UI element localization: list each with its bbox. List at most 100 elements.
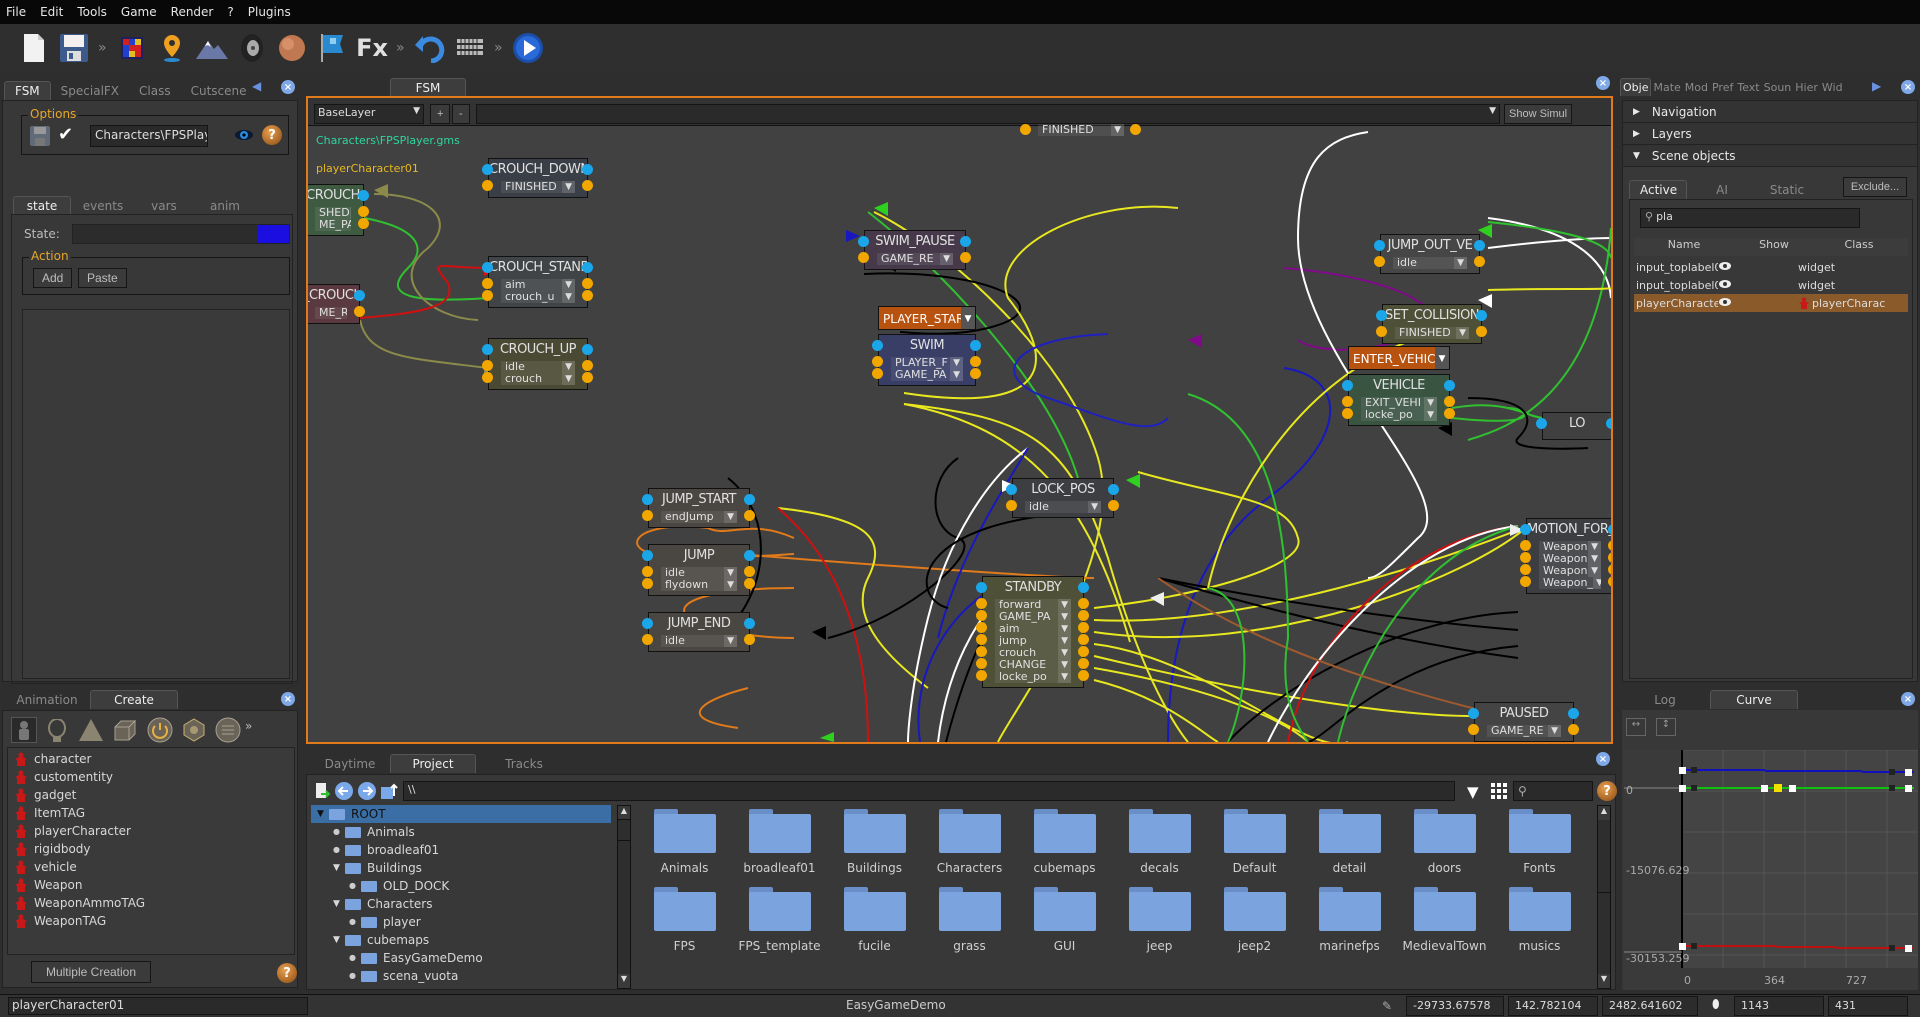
exclude-button[interactable]: Exclude... <box>1843 177 1907 197</box>
output-port[interactable] <box>642 634 653 645</box>
scroll-thumb[interactable] <box>1598 821 1610 893</box>
tab-ai[interactable]: AI <box>1687 181 1757 199</box>
fsm-node-lock-pos[interactable]: LOCK_POS idle ▼ <box>1012 478 1114 518</box>
filter-icon[interactable]: ▼ <box>1467 783 1479 801</box>
output-port[interactable] <box>1520 552 1531 563</box>
expanded-arrow-icon[interactable]: ▼ <box>333 931 345 949</box>
chevron-down-icon[interactable]: ▼ <box>1058 647 1071 659</box>
chevron-down-icon[interactable]: ▼ <box>1058 611 1071 623</box>
scroll-up-icon[interactable]: ▲ <box>618 806 630 820</box>
visibility-eye-icon[interactable] <box>1718 261 1798 274</box>
chevron-down-icon[interactable]: ▼ <box>724 635 737 647</box>
output-port[interactable] <box>976 646 987 657</box>
tree-item[interactable]: ● Animals <box>311 823 629 841</box>
output-port[interactable] <box>1376 326 1387 337</box>
tree-item[interactable]: ● broadleaf01 <box>311 841 629 859</box>
box-icon[interactable] <box>113 719 137 744</box>
input-port[interactable] <box>582 262 593 273</box>
node-event-row[interactable]: PLAYER_F ▼ <box>891 357 963 369</box>
curve-keyframe[interactable] <box>1789 785 1796 792</box>
scene-object-row[interactable]: input_toplabel0 widget <box>1634 258 1908 276</box>
node-event-row[interactable]: crouch ▼ <box>995 647 1071 659</box>
output-port[interactable] <box>976 670 987 681</box>
curve-keyframe[interactable] <box>1905 785 1912 792</box>
fsm-node-crouch-up[interactable]: CROUCH_UP idle ▼ crouch ▼ <box>488 338 588 390</box>
output-port[interactable] <box>358 218 369 229</box>
chevron-down-icon[interactable]: ▼ <box>724 567 737 579</box>
fsm-node-standby[interactable]: STANDBY forward ▼ GAME_PA ▼ aim ▼ jump ▼ crouch ▼ C… <box>982 576 1084 688</box>
input-port[interactable] <box>744 494 755 505</box>
fsm-node-swim[interactable]: SWIM PLAYER_F ▼ GAME_PA ▼ <box>878 334 976 386</box>
sphere-icon[interactable] <box>276 32 308 64</box>
tab-cutscene[interactable]: Cutscene <box>181 82 257 100</box>
node-event-row[interactable]: FINISHED ▼ <box>1038 124 1124 136</box>
tab-static[interactable]: Static <box>1757 181 1817 199</box>
node-event-row[interactable]: idle ▼ <box>1393 257 1467 269</box>
output-port[interactable] <box>306 206 307 217</box>
chevron-down-icon[interactable]: ▼ <box>1088 501 1101 513</box>
chevron-down-icon[interactable]: ▼ <box>950 357 963 369</box>
section-navigation[interactable]: ▶ Navigation <box>1623 101 1917 123</box>
output-port[interactable] <box>744 578 755 589</box>
curve-keyframe[interactable] <box>1679 943 1686 950</box>
output-port[interactable] <box>642 510 653 521</box>
network-icon[interactable] <box>181 717 207 746</box>
output-port[interactable] <box>960 252 971 263</box>
menu-plugins[interactable]: Plugins <box>248 5 291 19</box>
close-icon[interactable]: × <box>281 80 295 94</box>
node-event-row[interactable]: jump ▼ <box>995 635 1071 647</box>
fsm-node-jump-start[interactable]: JUMP_START endJump ▼ <box>648 488 750 528</box>
output-port[interactable] <box>1608 552 1611 563</box>
node-event-row[interactable]: idle ▼ <box>661 567 737 579</box>
fsm-node-crouch-down[interactable]: CROUCH_DOWN FINISHED ▼ <box>488 158 588 198</box>
output-port[interactable] <box>582 278 593 289</box>
chevron-down-icon[interactable]: ▼ <box>1058 623 1071 635</box>
create-item[interactable]: customentity <box>8 768 294 786</box>
tab-log[interactable]: Log <box>1620 691 1710 709</box>
output-port[interactable] <box>1108 500 1119 511</box>
output-port[interactable] <box>582 372 593 383</box>
subtab-state[interactable]: state <box>13 196 71 215</box>
output-port[interactable] <box>970 356 981 367</box>
create-more[interactable]: » <box>245 719 252 733</box>
scroll-down-icon[interactable]: ▼ <box>618 974 630 988</box>
node-event-row[interactable]: forward ▼ <box>995 599 1071 611</box>
output-port[interactable] <box>1476 326 1487 337</box>
chevron-down-icon[interactable]: ▼ <box>1456 327 1469 339</box>
curve-tangent-handle[interactable] <box>1889 945 1895 951</box>
chevron-down-icon[interactable]: ▼ <box>1454 257 1467 269</box>
node-event-row[interactable]: crouch_u ▼ <box>501 291 575 303</box>
chevron-down-icon[interactable]: ▼ <box>1058 671 1071 683</box>
tab-tracks[interactable]: Tracks <box>476 755 572 773</box>
output-port[interactable] <box>482 372 493 383</box>
menu-file[interactable]: File <box>6 5 26 19</box>
tab-pref[interactable]: Pref <box>1710 79 1735 96</box>
node-event-row[interactable]: GAME_PA ▼ <box>891 369 963 381</box>
save-fsm-icon[interactable] <box>30 126 50 149</box>
fsm-node-set-collision[interactable]: SET_COLLISION FINISHED ▼ <box>1382 304 1482 344</box>
create-item[interactable]: playerCharacter <box>8 822 294 840</box>
output-port[interactable] <box>1078 658 1089 669</box>
input-port[interactable] <box>970 340 981 351</box>
tab-class[interactable]: Class <box>129 82 181 100</box>
chevron-down-icon[interactable]: ▼ <box>950 369 963 381</box>
create-help-icon[interactable]: ? <box>277 963 297 983</box>
scroll-thumb[interactable] <box>618 821 630 841</box>
add-button[interactable]: Add <box>33 268 73 288</box>
input-port[interactable] <box>482 164 493 175</box>
toolbar-more-3[interactable]: » <box>494 40 504 56</box>
input-port[interactable] <box>582 344 593 355</box>
chevron-down-icon[interactable]: ▼ <box>1592 577 1601 589</box>
tree-item[interactable]: ▼ ROOT <box>311 805 611 823</box>
tab-mate[interactable]: Mate <box>1651 79 1682 96</box>
subtab-vars[interactable]: vars <box>135 197 193 215</box>
curve-keyframe[interactable] <box>1905 945 1912 952</box>
tab-create[interactable]: Create <box>90 690 178 709</box>
node-event-row[interactable]: FINISHED ▼ <box>501 181 575 193</box>
curve-keyframe[interactable] <box>1679 785 1686 792</box>
input-port[interactable] <box>306 290 307 301</box>
node-event-row[interactable]: idle ▼ <box>501 361 575 373</box>
light-icon[interactable] <box>47 718 67 746</box>
scroll-down-icon[interactable]: ▼ <box>1598 974 1610 988</box>
input-port[interactable] <box>872 340 883 351</box>
